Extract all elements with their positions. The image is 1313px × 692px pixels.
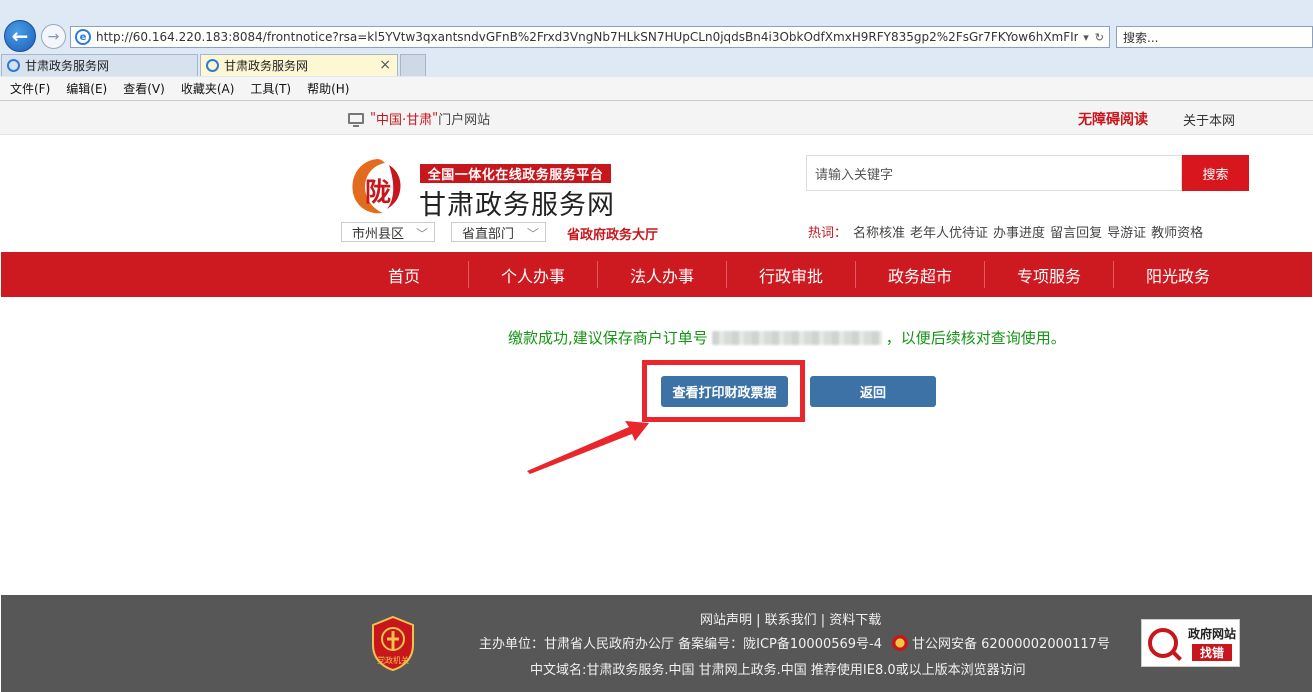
notice-suffix: ，以便后续核对查询使用。: [885, 329, 1066, 347]
forward-button[interactable]: →: [41, 24, 66, 49]
tab-label: 甘肃政务服务网: [224, 59, 309, 73]
annotation-highlight-box: [642, 360, 805, 422]
hot-word[interactable]: 名称核准: [853, 226, 905, 241]
menu-edit[interactable]: 编辑(E): [66, 80, 107, 97]
footer-host-text: 主办单位：甘肃省人民政府办公厅 备案编号：陇ICP备10000569号-4: [479, 637, 883, 652]
hot-word[interactable]: 教师资格: [1151, 226, 1203, 241]
hot-word[interactable]: 导游证: [1107, 226, 1146, 241]
gov-site-error-report-button[interactable]: 政府网站 找错: [1141, 619, 1240, 667]
hot-word[interactable]: 老年人优待证: [910, 226, 988, 241]
police-badge-icon: [892, 634, 909, 651]
dropdown-icon[interactable]: ▾: [1083, 31, 1089, 44]
site-name[interactable]: 甘肃政务服务网: [419, 183, 615, 222]
footer-police-text[interactable]: 甘公网安备 62000002000117号: [912, 633, 1110, 652]
about-link[interactable]: 关于本网: [1183, 110, 1235, 129]
address-row: ← → e http://60.164.220.183:8084/frontno…: [0, 0, 1313, 52]
portal-highlight: 中国·甘肃: [375, 113, 433, 128]
portal-suffix: 门户网站: [438, 113, 491, 128]
ie-tab-icon: [7, 59, 20, 72]
nav-market[interactable]: 政务超市: [856, 252, 984, 297]
dropdown-label: 省直部门: [462, 226, 515, 242]
provincial-hall-link[interactable]: 省政府政务大厅: [567, 224, 658, 243]
nav-special[interactable]: 专项服务: [985, 252, 1113, 297]
nav-approval[interactable]: 行政审批: [727, 252, 855, 297]
footer-host-info: 主办单位：甘肃省人民政府办公厅 备案编号：陇ICP备10000569号-4 甘公…: [479, 633, 1110, 652]
hot-words-label: 热词：: [808, 226, 848, 241]
payment-success-notice: 缴款成功,建议保存商户订单号 ，以便后续核对查询使用。: [508, 327, 1066, 348]
ie-tab-icon: [206, 59, 219, 72]
menu-bar: 文件(F) 编辑(E) 查看(V) 收藏夹(A) 工具(T) 帮助(H): [0, 77, 1313, 100]
monitor-icon: [348, 113, 364, 127]
gov-error-text: 政府网站 找错: [1188, 625, 1236, 661]
browser-search-placeholder: 搜索...: [1123, 30, 1159, 45]
nav-sunshine[interactable]: 阳光政务: [1114, 252, 1242, 297]
back-button[interactable]: ←: [4, 20, 36, 52]
close-tab-icon[interactable]: ×: [379, 57, 391, 73]
accessible-reading-link[interactable]: 无障碍阅读: [1078, 109, 1148, 129]
magnifier-icon: [1148, 628, 1178, 658]
tab-label: 甘肃政务服务网: [25, 59, 110, 73]
nav-personal[interactable]: 个人办事: [469, 252, 597, 297]
tab-strip: 甘肃政务服务网 甘肃政务服务网 ×: [0, 52, 1313, 76]
city-county-dropdown[interactable]: 市州县区 ﹀: [341, 222, 435, 242]
arrow-right-icon: →: [47, 28, 60, 45]
refresh-icon[interactable]: ↻: [1095, 31, 1104, 44]
footer-domain-info: 中文域名:甘肃政务服务.中国 甘肃网上政务.中国 推荐使用IE8.0或以上版本浏…: [530, 663, 1026, 678]
provincial-dept-dropdown[interactable]: 省直部门 ﹀: [451, 222, 546, 242]
hot-word[interactable]: 办事进度: [993, 226, 1045, 241]
party-gov-badge-icon[interactable]: 党政机关: [369, 615, 417, 671]
order-number-redacted: [711, 330, 882, 345]
nav-corporate[interactable]: 法人办事: [598, 252, 726, 297]
menu-view[interactable]: 查看(V): [123, 80, 165, 97]
notice-prefix: 缴款成功,建议保存商户订单号: [508, 329, 708, 347]
site-search-input[interactable]: 请输入关键字: [806, 155, 1182, 191]
footer: 党政机关 网站声明 | 联系我们 | 资料下载 主办单位：甘肃省人民政府办公厅 …: [1, 595, 1312, 692]
platform-tag: 全国一体化在线政务服务平台: [420, 164, 611, 183]
address-bar[interactable]: e http://60.164.220.183:8084/frontnotice…: [70, 26, 1110, 48]
browser-search-box[interactable]: 搜索...: [1116, 26, 1313, 48]
dropdown-label: 市州县区: [352, 226, 405, 242]
main-nav: 首页 个人办事 法人办事 行政审批 政务超市 专项服务 阳光政务: [1, 252, 1312, 297]
browser-tab-2[interactable]: 甘肃政务服务网 ×: [200, 54, 398, 76]
gansu-logo-icon: 陇: [352, 159, 401, 214]
address-tools: ▾ ↻: [1078, 31, 1109, 44]
back-button[interactable]: 返回: [810, 376, 936, 407]
portal-link[interactable]: " 中国·甘肃 " 门户网站: [348, 109, 490, 128]
gov-error-line2: 找错: [1192, 644, 1233, 661]
url-text: http://60.164.220.183:8084/frontnotice?r…: [96, 30, 1079, 44]
new-tab-button[interactable]: [400, 54, 426, 76]
menu-favorites[interactable]: 收藏夹(A): [181, 80, 235, 97]
menu-file[interactable]: 文件(F): [10, 80, 50, 97]
ie-page-icon: e: [75, 29, 91, 45]
chevron-down-icon: ﹀: [415, 227, 428, 241]
chevron-down-icon: ﹀: [526, 227, 539, 241]
svg-text:陇: 陇: [365, 178, 391, 208]
search-button[interactable]: 搜索: [1182, 155, 1249, 191]
search-placeholder: 请输入关键字: [815, 167, 894, 183]
svg-text:党政机关: 党政机关: [377, 655, 409, 665]
hot-word[interactable]: 留言回复: [1050, 226, 1102, 241]
footer-links[interactable]: 网站声明 | 联系我们 | 资料下载: [700, 609, 881, 628]
arrow-left-icon: ←: [11, 24, 29, 48]
gov-error-line1: 政府网站: [1188, 627, 1237, 641]
menu-help[interactable]: 帮助(H): [307, 80, 349, 97]
menu-tools[interactable]: 工具(T): [250, 80, 291, 97]
browser-tab-1[interactable]: 甘肃政务服务网: [1, 54, 198, 76]
browser-chrome: ← → e http://60.164.220.183:8084/frontno…: [0, 0, 1313, 101]
annotation-arrow-icon: [527, 421, 649, 474]
hot-words: 热词： 名称核准 老年人优待证 办事进度 留言回复 导游证 教师资格: [808, 222, 1208, 241]
nav-home[interactable]: 首页: [340, 252, 468, 297]
site-topbar: " 中国·甘肃 " 门户网站 无障碍阅读 关于本网: [0, 101, 1313, 135]
